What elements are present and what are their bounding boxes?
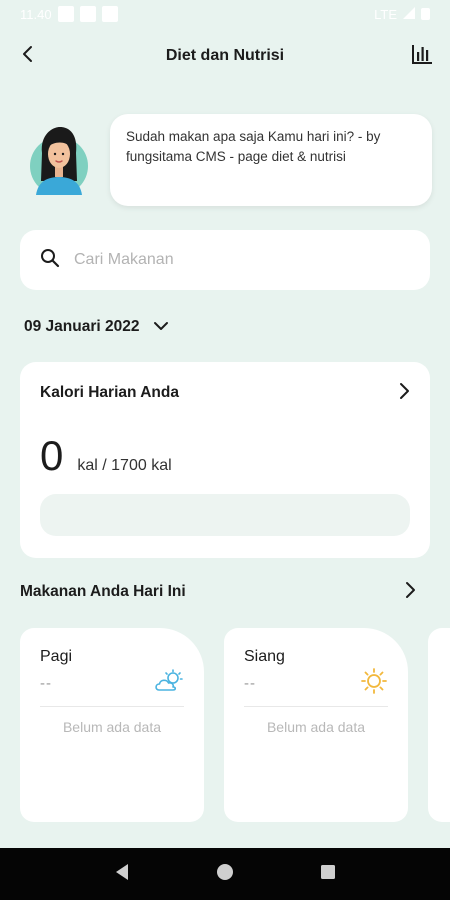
meals-section-title: Makanan Anda Hari Ini — [20, 583, 186, 600]
meal-empty-text: Belum ada data — [62, 719, 162, 735]
battery-icon — [421, 8, 430, 20]
meal-name: Pagi — [40, 648, 73, 665]
avatar — [30, 125, 88, 195]
status-left: 11.40 — [20, 6, 118, 22]
page-title: Diet dan Nutrisi — [165, 47, 285, 64]
meal-cards-scroller[interactable]: Pagi -- Belum ada data Siang -- Belum ad… — [20, 628, 450, 822]
greeting-bubble: Sudah makan apa saja Kamu hari ini? - by… — [110, 114, 432, 206]
meal-kal-row: -- — [244, 667, 388, 700]
calorie-target: kal / 1700 kal — [77, 457, 172, 474]
statistics-button[interactable] — [408, 42, 436, 70]
nav-recents-button[interactable] — [314, 860, 342, 888]
status-time: 11.40 — [20, 6, 52, 22]
search-bar[interactable] — [20, 230, 430, 290]
meal-divider — [40, 706, 184, 707]
status-bar: 11.40 LTE — [0, 0, 450, 28]
search-input[interactable] — [74, 251, 374, 269]
back-arrow-icon — [21, 45, 35, 68]
nav-home-icon — [216, 863, 234, 886]
meal-card-pagi[interactable]: Pagi -- Belum ada data — [20, 628, 204, 822]
meal-card-siang[interactable]: Siang -- Belum ada data — [224, 628, 408, 822]
meal-name: Siang — [244, 648, 285, 665]
date-label: 09 Januari 2022 — [24, 318, 140, 335]
meal-divider — [244, 706, 388, 707]
search-icon — [40, 248, 60, 273]
daily-calorie-card[interactable]: Kalori Harian Anda 0 kal / 1700 kal — [20, 362, 430, 558]
calorie-current: 0 — [40, 432, 64, 479]
chevron-down-icon — [153, 318, 169, 336]
nav-home-button[interactable] — [211, 860, 239, 888]
network-type: LTE — [374, 6, 397, 22]
system-nav-bar — [0, 848, 450, 900]
greeting-section: Sudah makan apa saja Kamu hari ini? - by… — [30, 114, 432, 206]
app-bar: Diet dan Nutrisi — [0, 34, 450, 78]
meal-calories: -- — [40, 674, 52, 692]
notification-icon — [101, 6, 118, 22]
calorie-progress-bar — [40, 494, 410, 536]
nav-back-icon — [114, 863, 130, 886]
notification-icon — [79, 6, 96, 22]
bar-chart-icon — [411, 43, 433, 70]
partly-cloudy-icon — [154, 668, 184, 698]
nav-back-button[interactable] — [108, 860, 136, 888]
chevron-right-icon[interactable] — [398, 382, 410, 405]
sun-icon — [360, 667, 388, 700]
calorie-card-title: Kalori Harian Anda — [40, 384, 179, 401]
signal-icon — [403, 6, 415, 22]
meal-card-partial[interactable] — [428, 628, 450, 822]
nav-recents-icon — [320, 864, 336, 885]
back-button[interactable] — [14, 42, 42, 70]
calorie-card-header: Kalori Harian Anda — [40, 382, 410, 404]
status-right: LTE — [374, 6, 430, 22]
meal-kal-row: -- — [40, 668, 184, 698]
meals-section-header[interactable]: Makanan Anda Hari Ini — [20, 578, 416, 606]
date-selector[interactable]: 09 Januari 2022 — [24, 314, 169, 340]
notification-icon — [57, 6, 74, 22]
meal-calories: -- — [244, 674, 256, 692]
chevron-right-icon[interactable] — [404, 581, 416, 604]
meal-empty-text: Belum ada data — [266, 719, 366, 735]
calorie-values: 0 kal / 1700 kal — [40, 432, 410, 480]
